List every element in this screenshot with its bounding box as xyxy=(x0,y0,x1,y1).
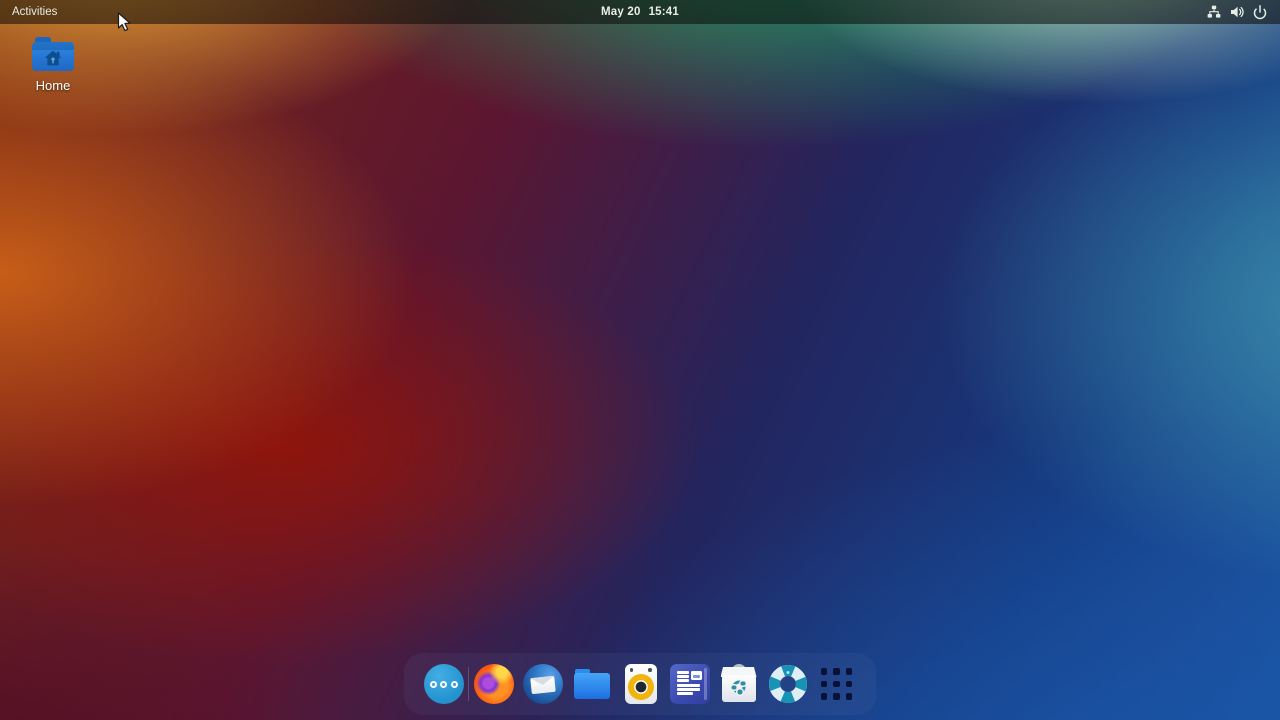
volume-icon xyxy=(1229,4,1245,20)
dock-item-help[interactable] xyxy=(768,664,808,704)
rhythmbox-icon xyxy=(625,664,657,704)
dock-item-rhythmbox[interactable] xyxy=(621,664,661,704)
top-bar: Activities May 20 15:41 xyxy=(0,0,1280,24)
house-glyph-icon xyxy=(43,49,64,67)
power-icon xyxy=(1252,4,1268,20)
dock xyxy=(404,653,876,715)
dock-separator xyxy=(468,667,469,701)
clock-date: May 20 xyxy=(601,6,641,18)
thunderbird-icon xyxy=(523,664,563,704)
network-wired-icon xyxy=(1206,4,1222,20)
clock-time: 15:41 xyxy=(649,6,679,18)
show-applications-icon xyxy=(821,668,853,700)
activities-button[interactable]: Activities xyxy=(0,0,69,24)
mouse-cursor xyxy=(117,12,132,33)
home-folder-icon xyxy=(32,37,74,72)
dock-item-files[interactable] xyxy=(572,664,612,704)
dock-item-firefox[interactable] xyxy=(474,664,514,704)
libreoffice-writer-icon xyxy=(670,664,710,704)
dock-item-show-applications[interactable] xyxy=(817,664,857,704)
clock-button[interactable]: May 20 15:41 xyxy=(601,6,679,18)
desktop-icon-label: Home xyxy=(36,78,71,93)
desktop-icon-home[interactable]: Home xyxy=(20,37,86,93)
three-dots-app-icon xyxy=(424,664,464,704)
firefox-icon xyxy=(474,664,514,704)
desktop-wallpaper[interactable]: Home xyxy=(0,0,1280,720)
dock-item-thunderbird[interactable] xyxy=(523,664,563,704)
dock-item-libreoffice-writer[interactable] xyxy=(670,664,710,704)
files-icon xyxy=(572,664,612,704)
ubuntu-software-icon xyxy=(719,664,759,704)
system-status-area[interactable] xyxy=(1200,0,1274,24)
dock-item-three-dots-app[interactable] xyxy=(424,664,464,704)
help-lifebuoy-icon xyxy=(768,664,808,704)
dock-item-ubuntu-software[interactable] xyxy=(719,664,759,704)
